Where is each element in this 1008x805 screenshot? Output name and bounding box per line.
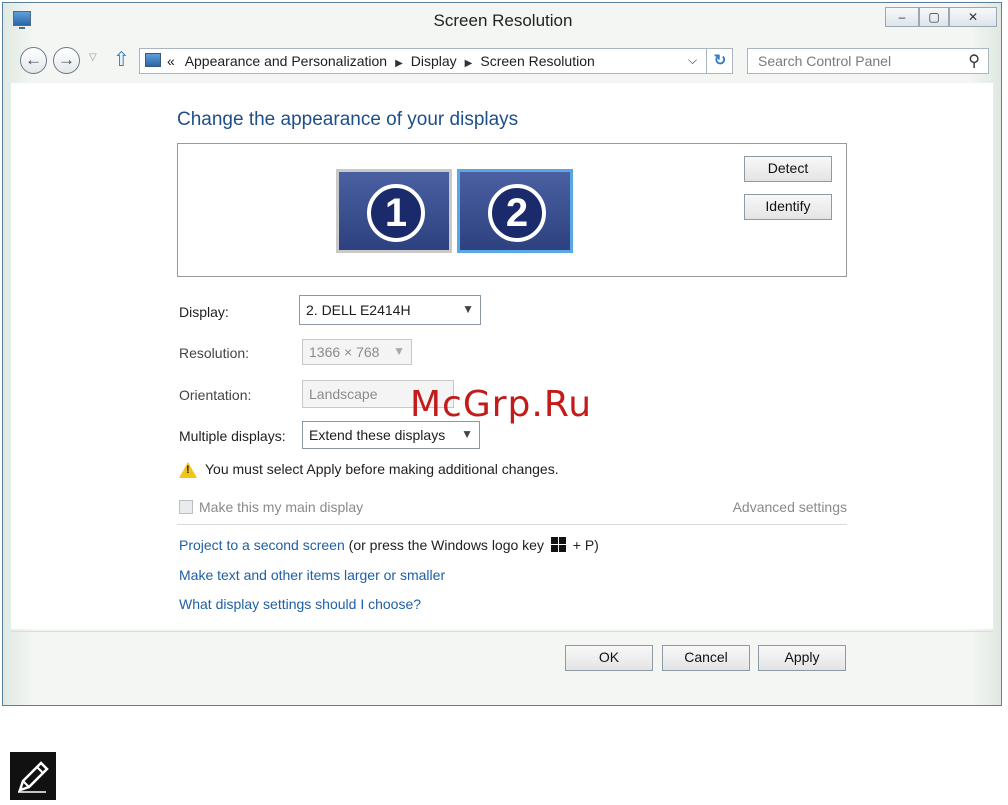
breadcrumb-screen-resolution[interactable]: Screen Resolution	[480, 53, 594, 69]
refresh-icon[interactable]: ↻	[706, 49, 733, 73]
main-display-label: Make this my main display	[199, 499, 364, 515]
warning-icon: !	[179, 462, 197, 478]
control-panel-icon	[145, 53, 161, 67]
breadcrumb-overflow[interactable]: «	[167, 53, 175, 69]
project-second-screen-link[interactable]: Project to a second screen	[179, 537, 345, 553]
orientation-select-value: Landscape	[309, 386, 378, 402]
navigation-bar: ← → ▽ ⇧ « Appearance and Personalization…	[3, 43, 1001, 79]
multiple-displays-label: Multiple displays:	[179, 428, 286, 444]
address-dropdown-icon[interactable]: ⌵	[688, 53, 697, 68]
search-box[interactable]: Search Control Panel ⚲	[747, 48, 989, 74]
monitor-1-number: 1	[367, 184, 425, 242]
project-hint-text: (or press the Windows logo key	[348, 537, 544, 553]
cancel-button[interactable]: Cancel	[662, 645, 750, 671]
watermark: McGrp.Ru	[410, 384, 593, 425]
close-button[interactable]: ✕	[949, 7, 997, 27]
detect-button[interactable]: Detect	[744, 156, 832, 182]
resolution-label: Resolution:	[179, 345, 250, 361]
monitor-2[interactable]: 2	[457, 169, 573, 253]
address-bar[interactable]: « Appearance and Personalization ▶ Display…	[139, 48, 733, 74]
ok-button[interactable]: OK	[565, 645, 653, 671]
apply-button[interactable]: Apply	[758, 645, 846, 671]
multiple-displays-value: Extend these displays	[309, 427, 446, 443]
display-label: Display:	[179, 304, 229, 320]
footer-divider	[11, 631, 993, 632]
maximize-button[interactable]: ▢	[919, 7, 949, 27]
breadcrumb-separator-icon[interactable]: ▶	[465, 58, 473, 69]
dialog-footer: OK Cancel Apply	[3, 631, 1001, 705]
monitor-1[interactable]: 1	[336, 169, 452, 253]
search-input[interactable]: Search Control Panel	[758, 53, 891, 69]
screen-resolution-window: Screen Resolution – ▢ ✕ ← → ▽ ⇧ « Appear…	[2, 2, 1002, 706]
breadcrumb-separator-icon[interactable]: ▶	[395, 58, 403, 69]
chevron-down-icon: ▼	[462, 302, 474, 316]
identify-button[interactable]: Identify	[744, 194, 832, 220]
orientation-label: Orientation:	[179, 387, 252, 403]
divider	[177, 524, 847, 525]
title-bar: Screen Resolution – ▢ ✕	[3, 3, 1001, 39]
resolution-select[interactable]: 1366 × 768 ▼	[302, 339, 412, 365]
advanced-settings-link[interactable]: Advanced settings	[733, 499, 847, 515]
windows-logo-icon	[550, 537, 566, 552]
main-display-checkbox[interactable]	[179, 500, 193, 514]
back-arrow-icon[interactable]: ←	[20, 47, 47, 74]
breadcrumb-display[interactable]: Display	[411, 53, 457, 69]
resolution-select-value: 1366 × 768	[309, 344, 380, 360]
page-heading: Change the appearance of your displays	[177, 109, 519, 130]
display-select-value: 2. DELL E2414H	[306, 302, 411, 318]
minimize-button[interactable]: –	[885, 7, 919, 27]
warning-text: You must select Apply before making addi…	[205, 461, 559, 477]
search-icon[interactable]: ⚲	[968, 51, 980, 71]
content-pane: Change the appearance of your displays 1…	[11, 83, 993, 629]
display-select[interactable]: 2. DELL E2414H ▼	[299, 295, 481, 325]
chevron-down-icon: ▼	[461, 427, 473, 441]
up-arrow-icon[interactable]: ⇧	[113, 47, 130, 72]
display-help-link[interactable]: What display settings should I choose?	[179, 596, 421, 612]
recent-pages-chevron-icon[interactable]: ▽	[89, 52, 97, 63]
display-arrangement-area[interactable]: 1 2 Detect Identify	[177, 143, 847, 277]
breadcrumb-appearance[interactable]: Appearance and Personalization	[185, 53, 387, 69]
multiple-displays-select[interactable]: Extend these displays ▼	[302, 421, 480, 449]
forward-arrow-icon[interactable]: →	[53, 47, 80, 74]
note-pencil-icon	[10, 752, 56, 800]
monitor-2-number: 2	[488, 184, 546, 242]
project-link-row: Project to a second screen (or press the…	[179, 537, 599, 553]
window-title: Screen Resolution	[433, 11, 573, 30]
chevron-down-icon: ▼	[393, 344, 405, 358]
project-hint-key: + P)	[572, 537, 599, 553]
text-size-link[interactable]: Make text and other items larger or smal…	[179, 567, 445, 583]
